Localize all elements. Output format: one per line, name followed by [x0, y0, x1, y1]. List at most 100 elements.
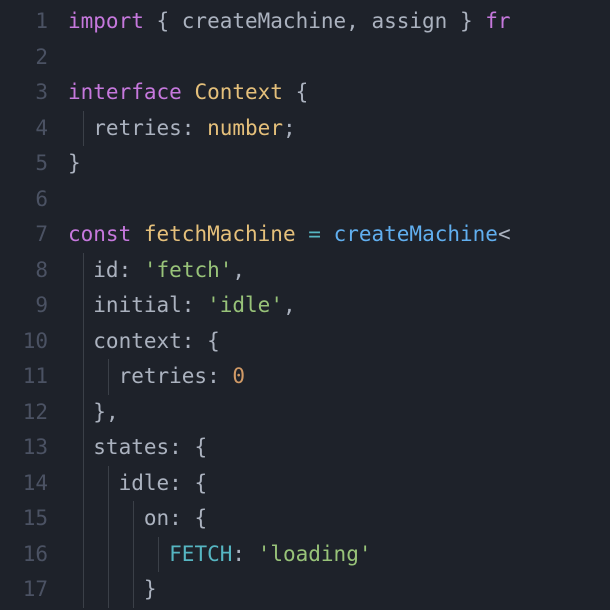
code-line[interactable]: } [68, 146, 610, 182]
token [194, 116, 207, 140]
code-line[interactable]: idle: { [68, 466, 610, 502]
code-line-content: id: 'fetch', [68, 258, 245, 282]
code-line-content: FETCH: 'loading' [68, 542, 371, 566]
line-number: 15 [0, 501, 48, 537]
token: : [232, 542, 245, 566]
token: id [68, 258, 119, 282]
token: { [182, 506, 207, 530]
code-line[interactable]: }, [68, 395, 610, 431]
token: { [283, 80, 308, 104]
token [245, 542, 258, 566]
token [194, 293, 207, 317]
token [296, 222, 309, 246]
code-line[interactable]: FETCH: 'loading' [68, 537, 610, 573]
indent-guide [83, 288, 84, 324]
line-number-gutter: 1234567891011121314151617 [0, 0, 68, 610]
code-line-content: interface Context { [68, 80, 308, 104]
code-line[interactable]: states: { [68, 430, 610, 466]
token: 'idle' [207, 293, 283, 317]
indent-guide [83, 572, 84, 608]
line-number: 16 [0, 537, 48, 573]
line-number: 10 [0, 324, 48, 360]
token: : [207, 364, 220, 388]
code-line[interactable]: context: { [68, 324, 610, 360]
line-number: 12 [0, 395, 48, 431]
code-line[interactable]: id: 'fetch', [68, 253, 610, 289]
indent-guide [83, 395, 84, 431]
token: const [68, 222, 131, 246]
line-number: 7 [0, 217, 48, 253]
indent-guide [83, 324, 84, 360]
line-number: 4 [0, 111, 48, 147]
code-area[interactable]: import { createMachine, assign } fr inter… [68, 0, 610, 610]
code-line[interactable]: import { createMachine, assign } fr [68, 4, 610, 40]
token: , [283, 293, 296, 317]
token: interface [68, 80, 182, 104]
token: createMachine [334, 222, 498, 246]
token: : [169, 506, 182, 530]
indent-guide [108, 537, 109, 573]
line-number: 13 [0, 430, 48, 466]
code-line-content: import { createMachine, assign } fr [68, 9, 511, 33]
code-line[interactable]: retries: 0 [68, 359, 610, 395]
code-line-content: context: { [68, 329, 220, 353]
code-line[interactable]: const fetchMachine = createMachine< [68, 217, 610, 253]
token: : [119, 258, 132, 282]
code-line-content: } [68, 577, 157, 601]
code-line[interactable] [68, 40, 610, 76]
token: retries [68, 364, 207, 388]
token: , [106, 400, 119, 424]
code-line[interactable] [68, 182, 610, 218]
code-line[interactable]: on: { [68, 501, 610, 537]
code-line[interactable]: initial: 'idle', [68, 288, 610, 324]
token: } [68, 151, 81, 175]
token [220, 364, 233, 388]
token: : [182, 293, 195, 317]
token: fetchMachine [144, 222, 296, 246]
indent-guide [158, 537, 159, 573]
token: { [194, 329, 219, 353]
code-line-content: }, [68, 400, 119, 424]
code-line[interactable]: retries: number; [68, 111, 610, 147]
token: , [232, 258, 245, 282]
token: : [182, 329, 195, 353]
code-editor[interactable]: 1234567891011121314151617 import { creat… [0, 0, 610, 610]
line-number: 3 [0, 75, 48, 111]
token: , [346, 9, 359, 33]
token [321, 222, 334, 246]
token: import [68, 9, 144, 33]
token [182, 80, 195, 104]
indent-guide [83, 253, 84, 289]
code-line-content: idle: { [68, 471, 207, 495]
token: 0 [232, 364, 245, 388]
code-line-content: } [68, 151, 81, 175]
indent-guide [83, 501, 84, 537]
indent-guide [83, 537, 84, 573]
token: : [169, 471, 182, 495]
line-number: 2 [0, 40, 48, 76]
code-line-content: retries: number; [68, 116, 296, 140]
token: } [68, 577, 157, 601]
indent-guide [108, 572, 109, 608]
token: } [68, 400, 106, 424]
code-line-content: states: { [68, 435, 207, 459]
code-line[interactable]: interface Context { [68, 75, 610, 111]
token: { [182, 471, 207, 495]
token: : [169, 435, 182, 459]
token: : [182, 116, 195, 140]
indent-guide [133, 537, 134, 573]
indent-guide [108, 466, 109, 502]
line-number: 5 [0, 146, 48, 182]
token: assign } [359, 9, 485, 33]
indent-guide [133, 572, 134, 608]
indent-guide [133, 501, 134, 537]
token: Context [194, 80, 283, 104]
token: 'loading' [258, 542, 372, 566]
code-line-content: initial: 'idle', [68, 293, 296, 317]
token: { [182, 435, 207, 459]
indent-guide [108, 359, 109, 395]
line-number: 14 [0, 466, 48, 502]
token: fr [485, 9, 510, 33]
token [131, 222, 144, 246]
code-line[interactable]: } [68, 572, 610, 608]
